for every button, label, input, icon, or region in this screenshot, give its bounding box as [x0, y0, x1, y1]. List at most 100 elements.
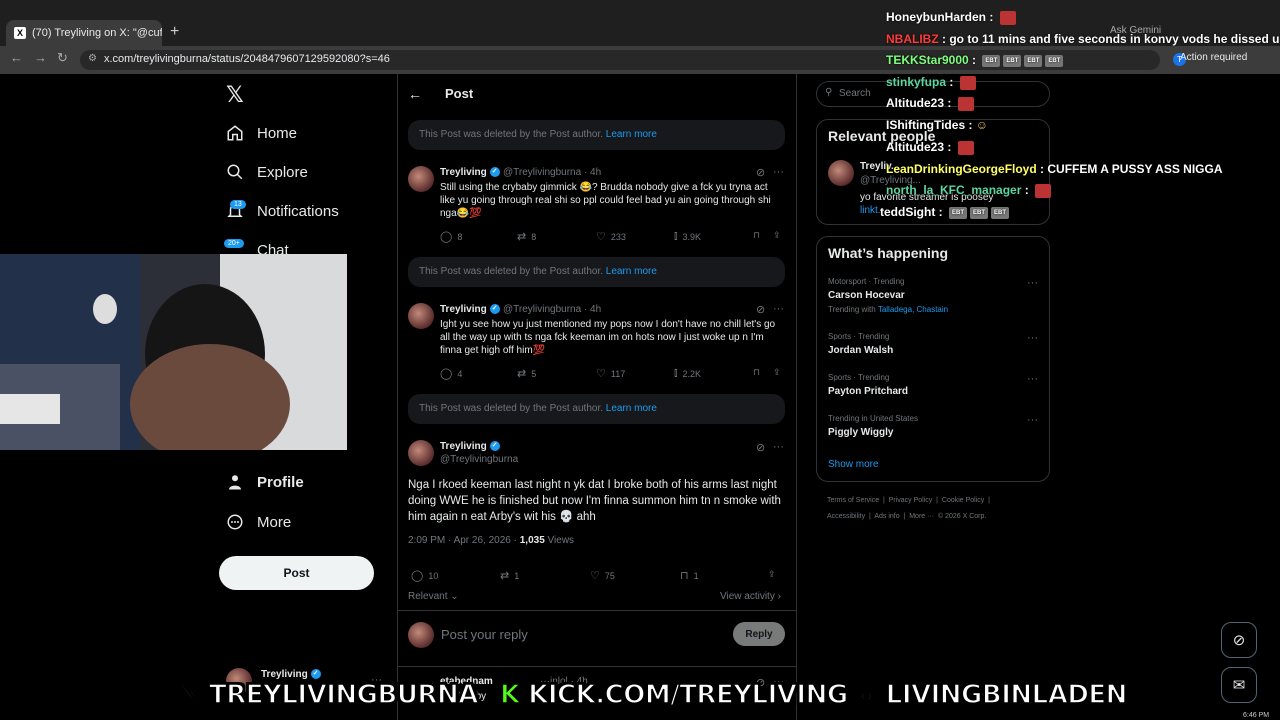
chat-message: Altitude23 :: [886, 96, 974, 111]
emote-icon: ☺: [975, 118, 989, 132]
reply-icon: ◯: [411, 570, 424, 582]
repost-icon: ⇄: [517, 231, 527, 243]
repost-button[interactable]: ⇄ 5: [517, 367, 536, 380]
more-options-icon[interactable]: ···: [773, 441, 784, 453]
grok-fab-icon[interactable]: ⊘: [1221, 622, 1257, 658]
home-icon: [226, 124, 244, 142]
nav-explore[interactable]: Explore: [226, 163, 308, 181]
tweet-author[interactable]: Treyliving ✓: [440, 167, 500, 178]
share-icon[interactable]: ⇪: [768, 569, 776, 580]
x-favicon-icon: X: [14, 27, 26, 39]
nav-more-label: More: [257, 513, 292, 531]
avatar[interactable]: [828, 160, 854, 186]
forward-arrow-icon[interactable]: →: [34, 50, 47, 65]
reply-button[interactable]: ◯ 10: [411, 569, 438, 582]
avatar[interactable]: [408, 303, 434, 329]
tweet-text: Still using the crybaby gimmick 😂? Brudd…: [440, 182, 771, 219]
taskbar-clock: 6:46 PM: [1243, 712, 1270, 719]
learn-more-link[interactable]: Learn more: [606, 403, 657, 414]
emote-icon: [999, 10, 1016, 25]
messages-fab-icon[interactable]: ✉: [1221, 667, 1257, 703]
learn-more-link[interactable]: Learn more: [606, 129, 657, 140]
kick-banner: K KICK.COM/TREYLIVING: [499, 679, 849, 711]
back-arrow-icon[interactable]: ←: [10, 50, 23, 65]
reply-submit-button[interactable]: Reply: [733, 622, 785, 646]
tab-title: (70) Treyliving on X: "@cuff3m: [32, 27, 162, 39]
nav-more[interactable]: More: [226, 513, 291, 531]
bookmark-icon[interactable]: ⊓: [753, 367, 760, 378]
views-button[interactable]: ⫾ 3.9K: [674, 230, 701, 243]
tweet-handle[interactable]: @Treylivingburna · 4h: [503, 167, 601, 178]
url-text: x.com/treylivingburna/status/20484796071…: [104, 53, 390, 65]
webcam-overlay: [0, 254, 347, 450]
learn-more-link[interactable]: Learn more: [606, 266, 657, 277]
trend-name[interactable]: Payton Pritchard: [828, 386, 908, 397]
main-tweet-text: Nga I rkoed keeman last night n yk dat I…: [408, 479, 781, 523]
trend-more-icon[interactable]: ···: [1027, 414, 1038, 426]
show-more-link[interactable]: Show more: [828, 459, 879, 470]
footer-links[interactable]: Accessibility | Ads info | More ··· © 20…: [827, 513, 986, 520]
trend-with: Trending with Talladega, Chastain: [828, 305, 949, 314]
emote-icon: [957, 140, 974, 155]
new-tab-icon[interactable]: +: [170, 23, 179, 41]
x-social-banner: 𝕏 TREYLIVINGBURNA: [179, 679, 479, 711]
repost-button[interactable]: ⇄ 8: [517, 230, 536, 243]
trend-more-icon[interactable]: ···: [1027, 332, 1038, 344]
post-button[interactable]: Post: [219, 556, 374, 590]
page-title: Post: [445, 86, 474, 101]
browser-tab[interactable]: X (70) Treyliving on X: "@cuff3m ✕: [6, 20, 162, 46]
like-button[interactable]: ♡ 75: [590, 569, 615, 582]
share-icon[interactable]: ⇪: [773, 230, 781, 241]
grok-icon[interactable]: ⊘: [756, 166, 765, 179]
tweet-handle[interactable]: @Treylivingburna: [440, 454, 518, 465]
tweet-handle[interactable]: @Treylivingburna · 4h: [503, 304, 601, 315]
relevant-sort-dropdown[interactable]: Relevant ⌄: [408, 591, 459, 602]
tweet-author[interactable]: Treyliving ✓: [440, 304, 500, 315]
more-options-icon[interactable]: ···: [773, 303, 784, 315]
reply-input[interactable]: Post your reply: [441, 627, 528, 642]
nav-home[interactable]: Home: [226, 124, 297, 142]
grok-icon[interactable]: ⊘: [756, 303, 765, 316]
footer-links[interactable]: Terms of Service | Privacy Policy | Cook…: [827, 497, 990, 504]
reload-icon[interactable]: ↻: [57, 50, 68, 66]
grok-icon[interactable]: ⊘: [756, 441, 765, 454]
deleted-post-notice: This Post was deleted by the Post author…: [408, 257, 785, 287]
like-button[interactable]: ♡ 233: [596, 230, 626, 243]
deleted-post-notice: This Post was deleted by the Post author…: [408, 394, 785, 424]
trend-more-icon[interactable]: ···: [1027, 277, 1038, 289]
trend-meta: Trending in United States: [828, 414, 918, 423]
trend-name[interactable]: Piggly Wiggly: [828, 427, 893, 438]
bookmark-icon[interactable]: ⊓: [753, 230, 760, 241]
deleted-text: This Post was deleted by the Post author…: [419, 129, 603, 140]
trend-name[interactable]: Jordan Walsh: [828, 345, 893, 356]
reply-button[interactable]: ◯ 8: [440, 230, 462, 243]
avatar[interactable]: [408, 166, 434, 192]
nav-profile[interactable]: Profile: [226, 473, 304, 491]
trend-meta: Motorsport · Trending: [828, 277, 905, 286]
trend-name[interactable]: Carson Hocevar: [828, 290, 905, 301]
trend-more-icon[interactable]: ···: [1027, 373, 1038, 385]
reply-button[interactable]: ◯ 4: [440, 367, 462, 380]
chat-message: Altitude23 :: [886, 140, 974, 155]
deleted-text: This Post was deleted by the Post author…: [419, 403, 603, 414]
avatar[interactable]: [408, 440, 434, 466]
more-options-icon[interactable]: ···: [773, 166, 784, 178]
share-icon[interactable]: ⇪: [773, 367, 781, 378]
tweet-author[interactable]: Treyliving ✓: [440, 441, 500, 452]
whats-happening-title: What’s happening: [828, 245, 949, 261]
account-name[interactable]: Treyliving ✓: [261, 669, 321, 680]
view-activity-link[interactable]: View activity ›: [720, 591, 781, 602]
kick-logo-icon: K: [499, 679, 521, 711]
more-circle-icon: [226, 513, 244, 531]
chat-message: teddSight : EBT EBT EBT: [880, 205, 1009, 219]
repost-button[interactable]: ⇄ 1: [500, 569, 519, 582]
bookmark-button[interactable]: ⊓ 1: [680, 569, 699, 582]
like-button[interactable]: ♡ 117: [596, 367, 625, 380]
back-arrow-icon[interactable]: ←: [408, 86, 422, 102]
chat-message: HoneybunHarden :: [886, 10, 1016, 25]
site-info-icon[interactable]: ⚙: [88, 53, 97, 64]
action-required-button[interactable]: Action required: [1180, 52, 1247, 63]
views-button[interactable]: ⫾ 2.2K: [674, 367, 701, 380]
x-logo-icon[interactable]: 𝕏: [226, 83, 244, 108]
nav-notifications-label: Notifications: [257, 202, 339, 220]
